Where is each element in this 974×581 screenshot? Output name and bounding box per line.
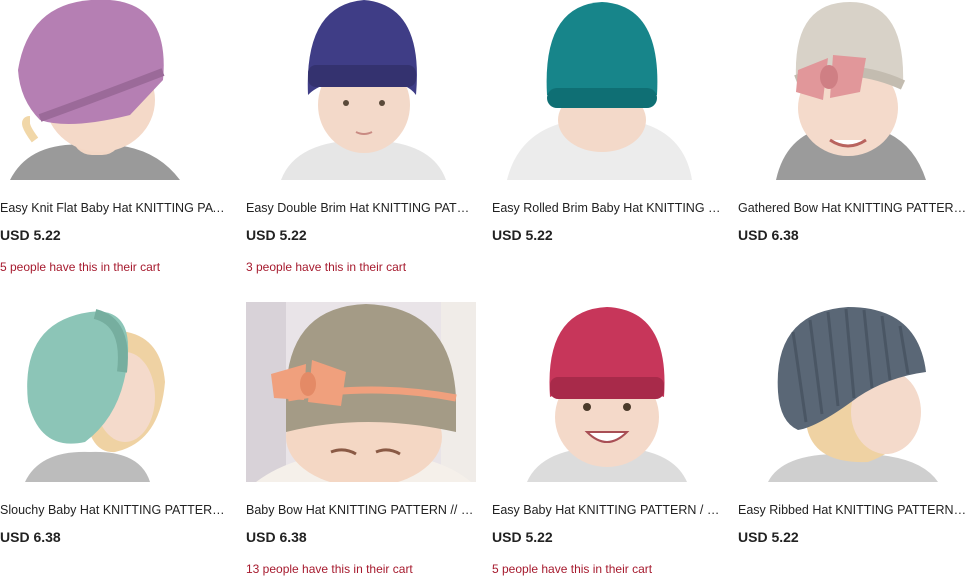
cart-count-note: 5 people have this in their cart: [492, 562, 653, 576]
listing-price: USD 5.22: [0, 227, 61, 243]
listing-title[interactable]: Baby Bow Hat KNITTING PATTERN // Knit Ha…: [246, 501, 476, 519]
listing-price: USD 6.38: [246, 529, 307, 545]
listing-price: USD 6.38: [0, 529, 61, 545]
listing-grid: Easy Knit Flat Baby Hat KNITTING PATTERN…: [0, 0, 974, 581]
listing-title[interactable]: Slouchy Baby Hat KNITTING PATTERN / Knit…: [0, 501, 230, 519]
listing-title[interactable]: Easy Ribbed Hat KNITTING PATTERN / Ribbe…: [738, 501, 968, 519]
listing-image[interactable]: [738, 302, 968, 482]
listing-title[interactable]: Easy Knit Flat Baby Hat KNITTING PATTERN…: [0, 199, 230, 217]
listing-image[interactable]: [492, 302, 722, 482]
listing-image[interactable]: [0, 302, 230, 482]
cart-count-note: 3 people have this in their cart: [246, 260, 407, 274]
listing-image[interactable]: [738, 0, 968, 180]
listing-price: USD 5.22: [246, 227, 307, 243]
listing-title[interactable]: Gathered Bow Hat KNITTING PATTERN / Baby…: [738, 199, 968, 217]
listing-price: USD 5.22: [492, 529, 553, 545]
listing-image[interactable]: [246, 0, 476, 180]
listing-price: USD 6.38: [738, 227, 799, 243]
listing-title[interactable]: Easy Baby Hat KNITTING PATTERN / Easy Kn…: [492, 501, 722, 519]
listing-price: USD 5.22: [492, 227, 553, 243]
cart-count-note: 13 people have this in their cart: [246, 562, 413, 576]
listing-title[interactable]: Easy Rolled Brim Baby Hat KNITTING PATTE…: [492, 199, 722, 217]
cart-count-note: 5 people have this in their cart: [0, 260, 161, 274]
listing-price: USD 5.22: [738, 529, 799, 545]
listing-title[interactable]: Easy Double Brim Hat KNITTING PATTERN / …: [246, 199, 476, 217]
listing-image[interactable]: [492, 0, 722, 180]
listing-image[interactable]: [246, 302, 476, 482]
listing-image[interactable]: [0, 0, 230, 180]
